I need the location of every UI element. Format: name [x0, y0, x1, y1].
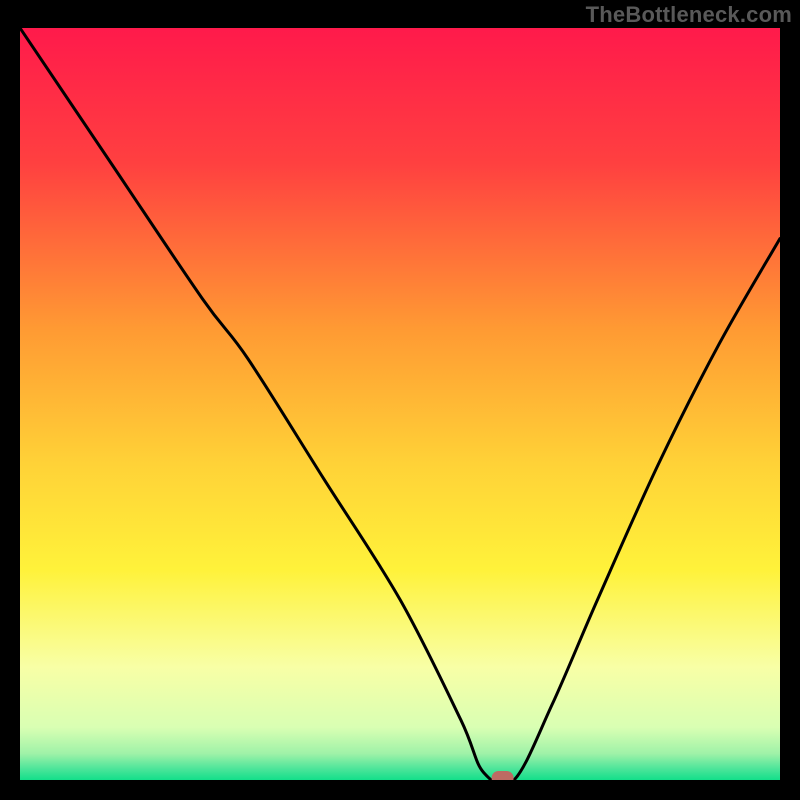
chart-frame: TheBottleneck.com: [0, 0, 800, 800]
gradient-background: [20, 28, 780, 780]
bottleneck-chart: [20, 28, 780, 780]
plot-area: [20, 28, 780, 780]
watermark-label: TheBottleneck.com: [586, 2, 792, 28]
optimal-marker: [492, 771, 514, 780]
